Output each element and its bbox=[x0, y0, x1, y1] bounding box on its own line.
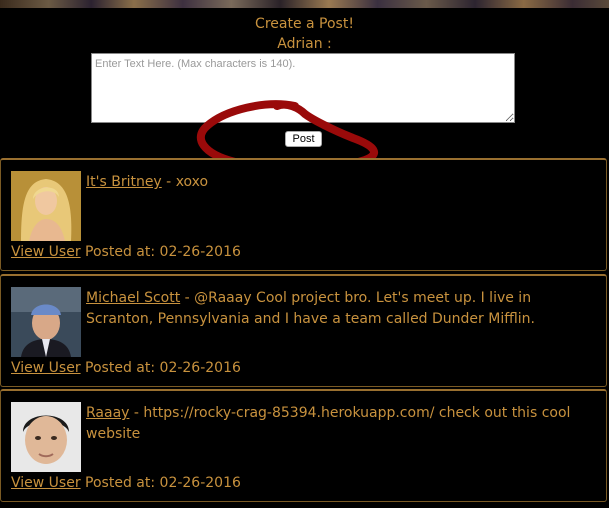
post-text-input[interactable] bbox=[91, 53, 515, 123]
posted-at-label: Posted at: bbox=[85, 475, 160, 491]
post-footer: View User Posted at: 02-26-2016 bbox=[11, 244, 241, 260]
post-footer: View User Posted at: 02-26-2016 bbox=[11, 360, 241, 376]
author-link[interactable]: Michael Scott bbox=[86, 290, 180, 306]
blonde-woman-avatar bbox=[11, 171, 81, 241]
post-message: xoxo bbox=[175, 174, 209, 190]
create-post-panel: Create a Post! Adrian : Post bbox=[0, 8, 609, 158]
separator: - bbox=[129, 405, 144, 421]
post-card: Michael Scott - @Raaay Cool project bro.… bbox=[0, 274, 607, 387]
post-date: 02-26-2016 bbox=[159, 475, 241, 491]
man-bandana-avatar bbox=[11, 287, 81, 357]
posted-at-label: Posted at: bbox=[85, 244, 160, 260]
composer-username: Adrian : bbox=[277, 36, 332, 52]
post-content: Raaay - https://rocky-crag-85394.herokua… bbox=[86, 403, 596, 445]
composer-title: Create a Post! bbox=[255, 16, 354, 32]
post-date: 02-26-2016 bbox=[159, 244, 241, 260]
separator: - bbox=[161, 174, 176, 190]
post-date: 02-26-2016 bbox=[159, 360, 241, 376]
post-content: It's Britney - xoxo bbox=[86, 172, 596, 193]
post-card: Raaay - https://rocky-crag-85394.herokua… bbox=[0, 389, 607, 502]
post-footer: View User Posted at: 02-26-2016 bbox=[11, 475, 241, 491]
young-man-avatar bbox=[11, 402, 81, 472]
post-card: It's Britney - xoxo View User Posted at:… bbox=[0, 158, 607, 271]
view-user-link[interactable]: View User bbox=[11, 475, 81, 491]
post-content: Michael Scott - @Raaay Cool project bro.… bbox=[86, 288, 596, 330]
header-banner-strip bbox=[0, 0, 609, 8]
author-link[interactable]: It's Britney bbox=[86, 174, 162, 190]
post-button[interactable]: Post bbox=[285, 131, 322, 147]
view-user-link[interactable]: View User bbox=[11, 244, 81, 260]
author-link[interactable]: Raaay bbox=[86, 405, 129, 421]
post-message: https://rocky-crag-85394.herokuapp.com/ … bbox=[86, 405, 571, 442]
posted-at-label: Posted at: bbox=[85, 360, 160, 376]
view-user-link[interactable]: View User bbox=[11, 360, 81, 376]
separator: - bbox=[180, 290, 195, 306]
